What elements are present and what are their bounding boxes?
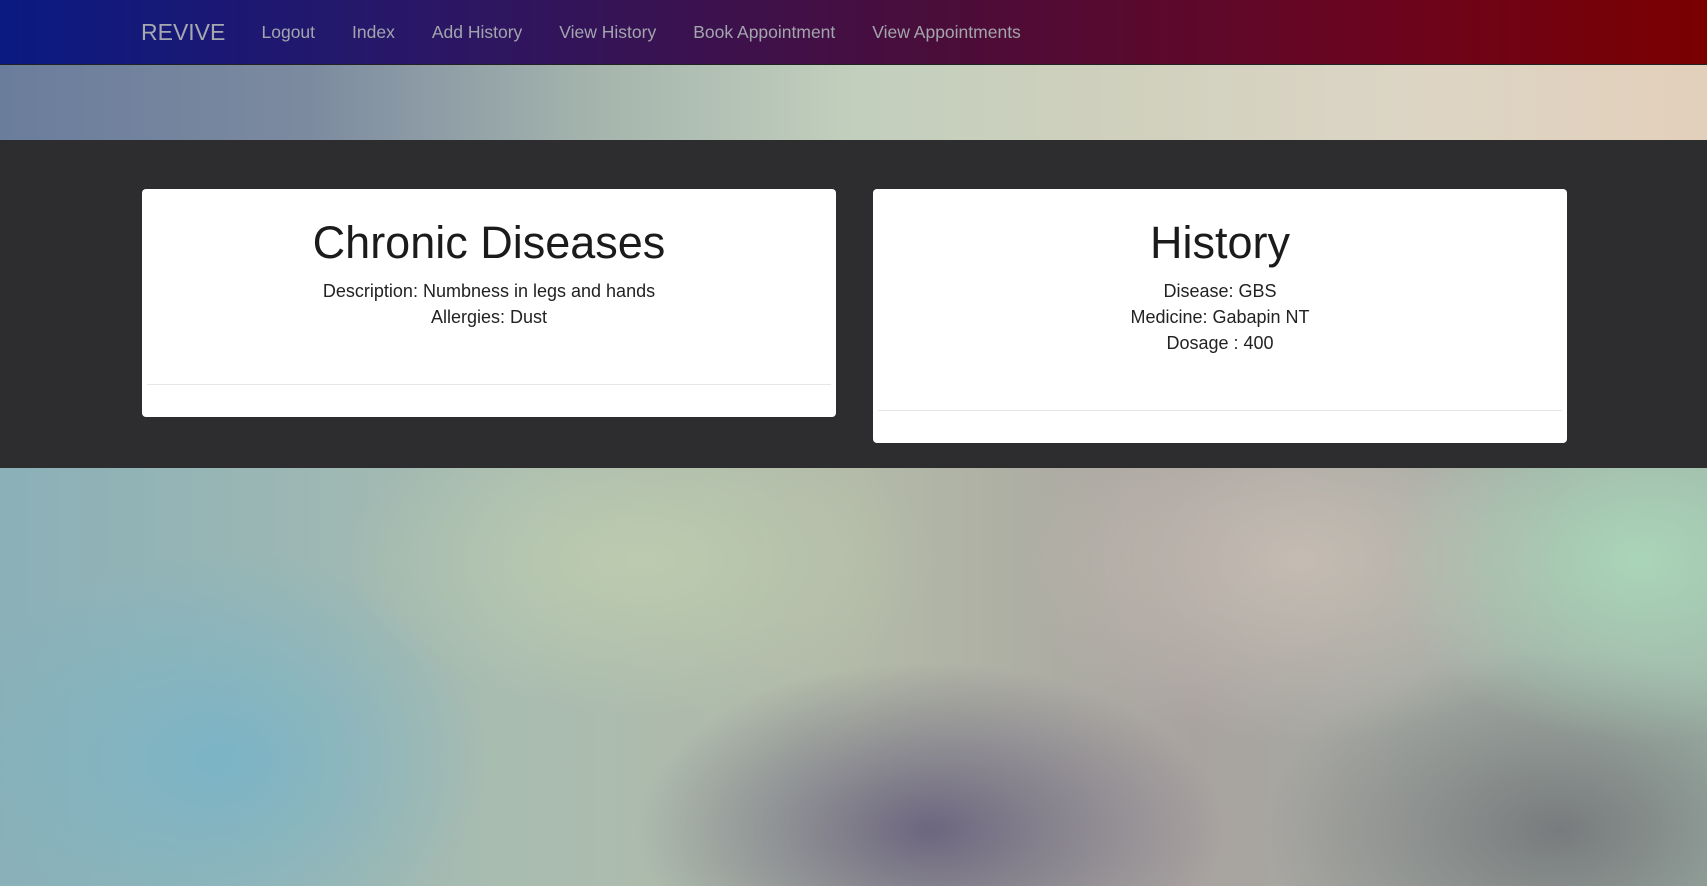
nav-item-index: Index: [334, 0, 414, 65]
hero-background-strip: [0, 65, 1707, 140]
history-details: Disease: GBS Medicine: Gabapin NT Dosage…: [873, 278, 1567, 356]
book-appointment-link[interactable]: Book Appointment: [675, 0, 854, 65]
add-history-link[interactable]: Add History: [413, 0, 540, 65]
history-title: History: [1149, 217, 1290, 268]
chronic-diseases-title: Chronic Diseases: [312, 217, 666, 268]
nav-item-view-history: View History: [541, 0, 675, 65]
logout-link[interactable]: Logout: [243, 0, 334, 65]
history-card: History Disease: GBS Medicine: Gabapin N…: [873, 189, 1567, 443]
card-divider: [147, 384, 831, 385]
top-navbar: REVIVE Logout Index Add History View His…: [0, 0, 1707, 65]
brand-logo-link[interactable]: REVIVE: [141, 19, 225, 45]
allergies-text: Allergies: Dust: [430, 307, 548, 327]
nav-item-view-appointments: View Appointments: [854, 0, 1040, 65]
chronic-diseases-card: Chronic Diseases Description: Numbness i…: [142, 189, 836, 417]
view-appointments-link[interactable]: View Appointments: [854, 0, 1040, 65]
description-text: Description: Numbness in legs and hands: [322, 281, 656, 301]
medicine-text: Medicine: Gabapin NT: [1130, 307, 1310, 327]
nav-item-book-appointment: Book Appointment: [675, 0, 854, 65]
disease-text: Disease: GBS: [1163, 281, 1277, 301]
index-link[interactable]: Index: [334, 0, 414, 65]
dosage-text: Dosage : 400: [1166, 333, 1274, 353]
nav-item-logout: Logout: [243, 0, 334, 65]
nav-item-add-history: Add History: [413, 0, 540, 65]
nav-menu: Logout Index Add History View History Bo…: [243, 0, 1039, 65]
card-divider: [878, 410, 1562, 411]
chronic-diseases-details: Description: Numbness in legs and hands …: [142, 278, 836, 330]
view-history-link[interactable]: View History: [541, 0, 675, 65]
